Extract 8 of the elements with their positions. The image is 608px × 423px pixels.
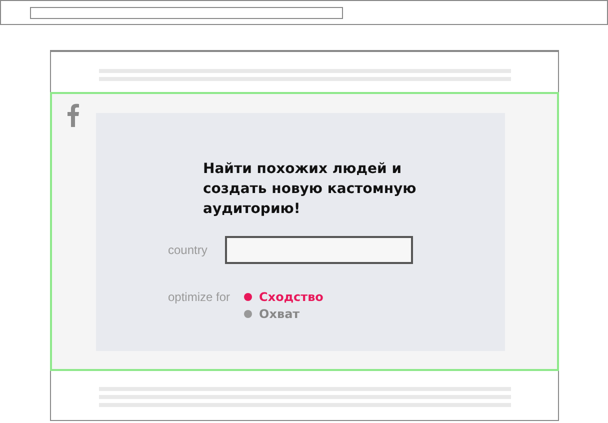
facebook-icon bbox=[66, 103, 80, 127]
address-field[interactable] bbox=[30, 6, 343, 18]
option[interactable]: Сходство bbox=[244, 290, 324, 304]
option-label: optimize for bbox=[168, 290, 230, 306]
input-field[interactable] bbox=[225, 236, 413, 264]
field-label: country bbox=[168, 243, 208, 257]
heading: Найти похожих людей и создать новую кастомную аудиторию! bbox=[203, 160, 418, 219]
option[interactable]: Охват bbox=[244, 307, 324, 321]
